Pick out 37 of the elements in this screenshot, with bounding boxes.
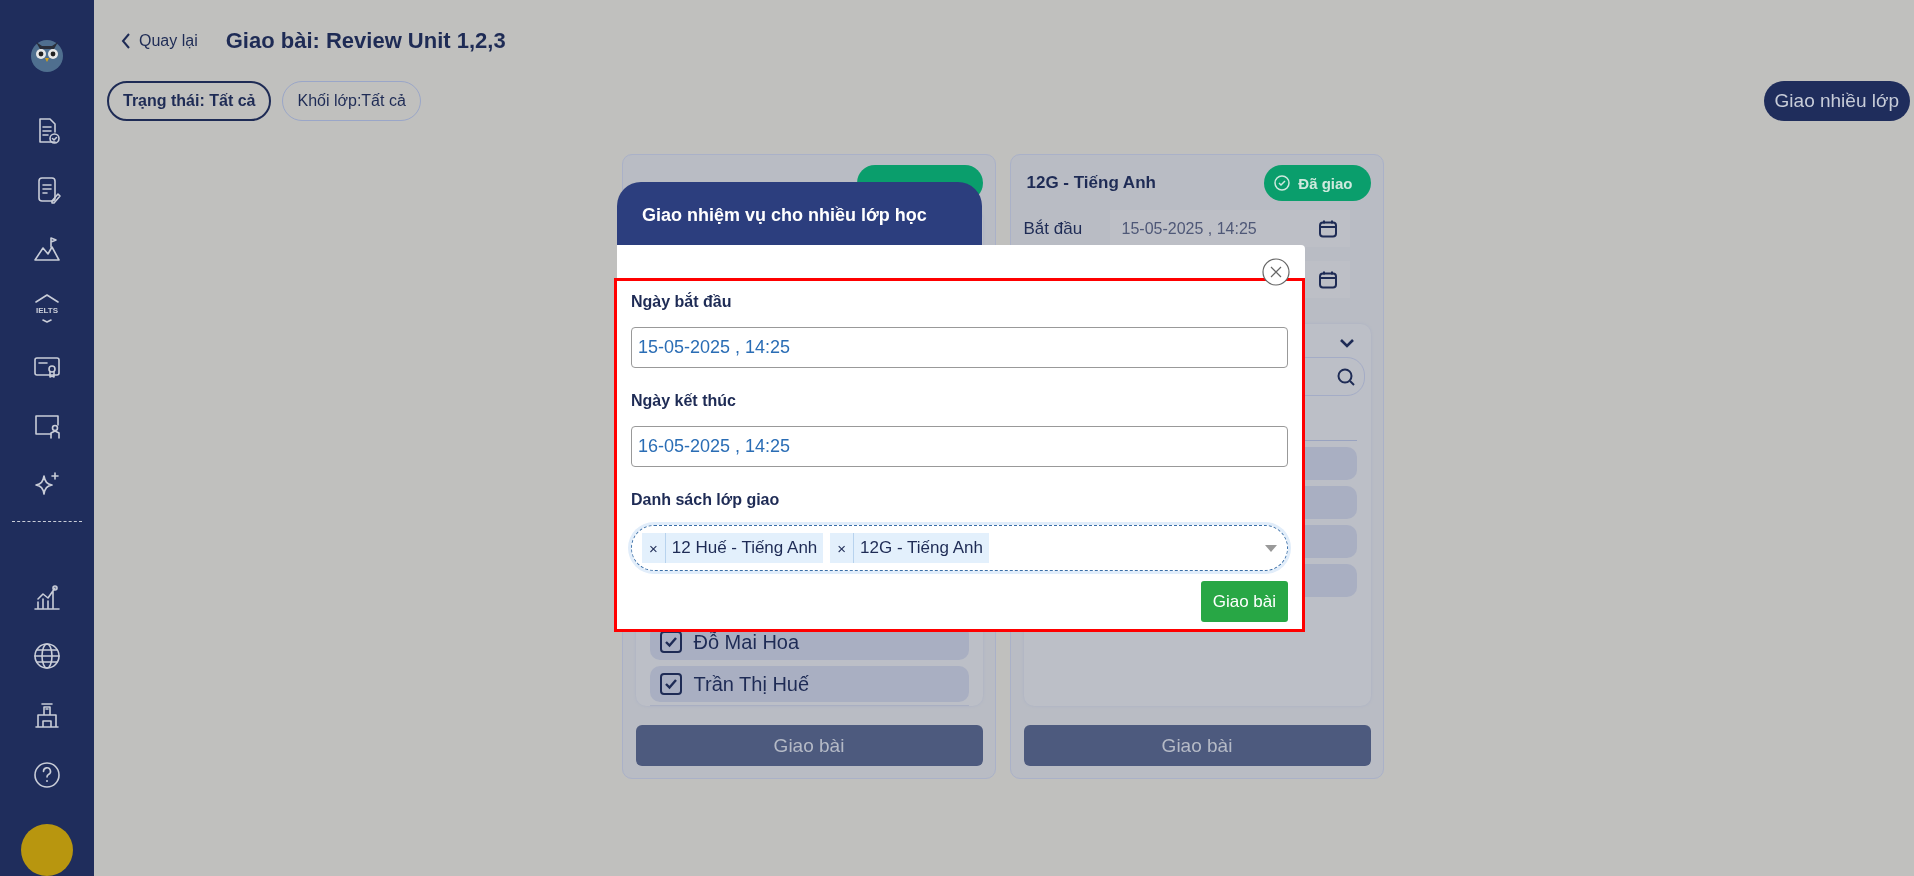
remove-tag-button[interactable]: × (642, 533, 666, 563)
student-row[interactable]: Trần Thị Huế (649, 666, 969, 702)
checkmark-icon (663, 635, 678, 649)
start-date-field[interactable]: 15-05-2025 , 14:25 (1109, 210, 1350, 247)
search-icon[interactable] (1335, 366, 1356, 387)
check-circle-icon (1274, 175, 1291, 191)
student-name: Đỗ Mai Hoa (693, 630, 800, 654)
assign-button[interactable]: Giao bài (635, 725, 983, 766)
page-title: Giao bài: Review Unit 1,2,3 (225, 28, 506, 54)
remove-tag-button[interactable]: × (830, 533, 855, 563)
chevron-down-icon[interactable] (1338, 338, 1355, 349)
filter-chip[interactable]: Trạng thái: Tất cả (107, 81, 272, 121)
user-avatar[interactable] (21, 824, 73, 876)
class-title: 12G - Tiếng Anh (1026, 173, 1156, 193)
tag-label: 12G - Tiếng Anh (859, 538, 984, 558)
field-label: Ngày bắt đầu (631, 291, 732, 312)
checkbox[interactable] (659, 673, 682, 695)
tag-label: 12 Huế - Tiếng Anh (670, 538, 819, 558)
status-badge: Đã giao (1264, 165, 1371, 201)
calendar-icon[interactable] (1317, 269, 1338, 290)
date-field[interactable]: 16-05-2025 , 14:25 (631, 426, 1288, 467)
modal-title: Giao nhiệm vụ cho nhiều lớp học (617, 182, 982, 245)
calendar-icon[interactable] (1317, 218, 1338, 239)
start-label: Bắt đầu (1023, 218, 1084, 239)
class-select[interactable]: × 12 Huế - Tiếng Anh × 12G - Tiếng Anh (631, 525, 1288, 571)
close-icon[interactable] (1262, 258, 1290, 286)
assign-many-button[interactable]: Giao nhiều lớp (1763, 81, 1910, 121)
dropdown-arrow-icon[interactable] (1265, 544, 1277, 552)
back-link[interactable]: Quay lại (121, 32, 198, 50)
checkbox[interactable] (659, 631, 682, 653)
checkmark-icon (663, 677, 678, 691)
assign-button[interactable]: Giao bài (1023, 725, 1371, 766)
date-field[interactable]: 15-05-2025 , 14:25 (631, 327, 1288, 368)
field-label: Ngày kết thúc (631, 391, 736, 411)
student-name: Trần Thị Huế (693, 672, 810, 696)
back-chevron-icon (121, 33, 131, 49)
field-label: Danh sách lớp giao (631, 490, 780, 510)
